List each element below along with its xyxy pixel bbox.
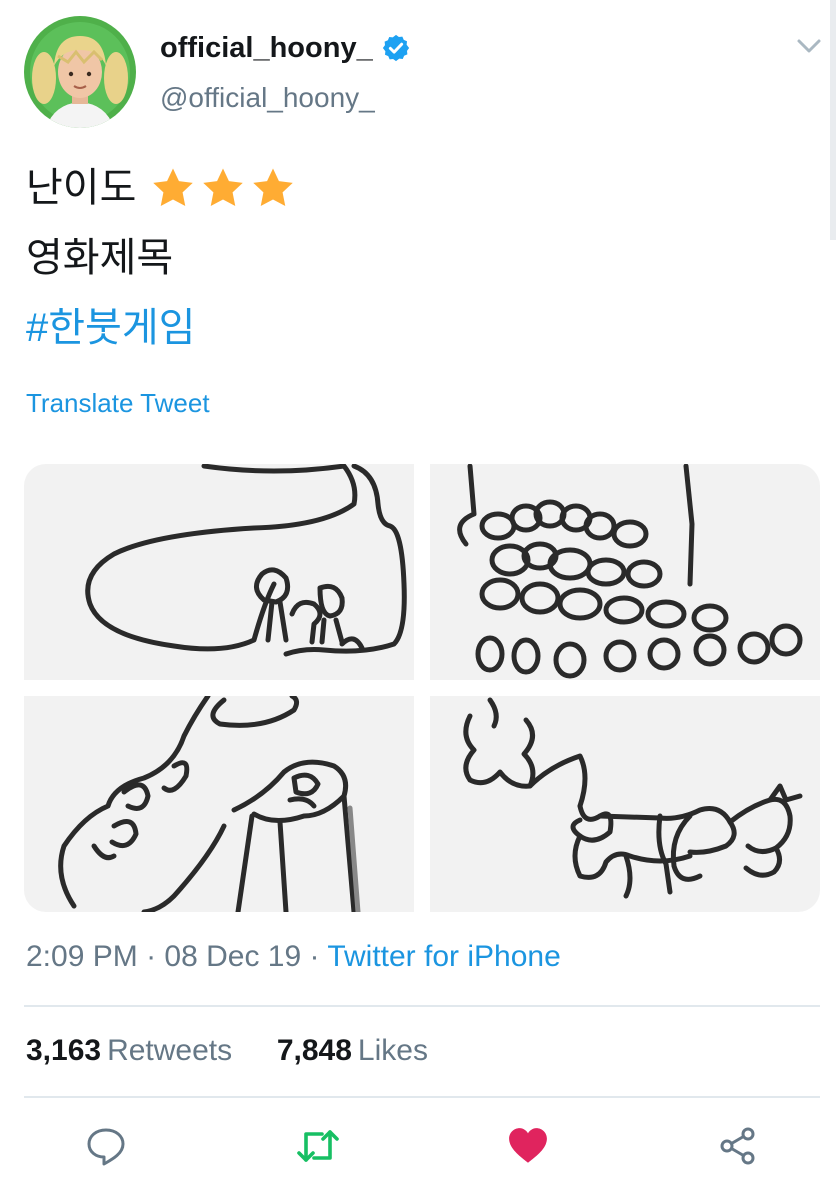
user-handle[interactable]: @official_hoony_ — [160, 82, 375, 114]
translate-tweet-link[interactable]: Translate Tweet — [26, 388, 210, 419]
share-icon — [720, 1127, 755, 1165]
tweet-text-line-1: 난이도 — [26, 164, 300, 212]
display-name[interactable]: official_hoony_ — [160, 32, 373, 65]
retweet-button[interactable] — [296, 1124, 340, 1168]
heart-icon — [509, 1128, 547, 1163]
reply-icon — [87, 1128, 125, 1166]
divider — [24, 1096, 820, 1098]
drawing-image — [58, 696, 361, 912]
retweets-label: Retweets — [107, 1034, 233, 1067]
like-button[interactable] — [506, 1124, 550, 1168]
star-icon — [203, 168, 244, 207]
media-grid — [24, 464, 820, 912]
tweet-stats: 3,163 Retweets 7,848 Likes — [26, 1034, 428, 1068]
meta-separator: · — [309, 940, 320, 973]
tweet-time[interactable]: 2:09 PM — [26, 940, 138, 973]
retweets-stat[interactable]: 3,163 Retweets — [26, 1034, 240, 1067]
tweet-text-line-2: 영화제목 — [26, 236, 174, 280]
tweet-source-link[interactable]: Twitter for iPhone — [327, 940, 560, 973]
media-image-4[interactable] — [430, 696, 820, 912]
retweets-count: 3,163 — [26, 1034, 102, 1067]
tweet-date[interactable]: 08 Dec 19 — [164, 940, 301, 973]
tweet-metadata: 2:09 PM · 08 Dec 19 · Twitter for iPhone — [26, 940, 561, 974]
star-icon — [153, 168, 194, 207]
likes-count: 7,848 — [276, 1034, 352, 1067]
reply-button[interactable] — [84, 1124, 128, 1168]
drawing-image — [85, 464, 407, 657]
verified-badge-icon — [382, 34, 409, 62]
retweet-icon — [297, 1130, 339, 1162]
chevron-down-icon[interactable] — [796, 36, 822, 56]
avatar[interactable] — [24, 16, 136, 128]
likes-label: Likes — [357, 1034, 428, 1067]
media-image-3[interactable] — [24, 696, 414, 912]
divider — [24, 1005, 820, 1007]
media-image-1[interactable] — [24, 464, 414, 680]
avatar-image — [24, 16, 136, 128]
difficulty-stars — [150, 165, 300, 211]
media-image-2[interactable] — [430, 464, 820, 680]
share-button[interactable] — [716, 1124, 760, 1168]
likes-stat[interactable]: 7,848 Likes — [277, 1034, 428, 1067]
drawing-image — [463, 697, 803, 899]
drawing-image — [457, 464, 803, 679]
hashtag-link[interactable]: #한붓게임 — [26, 304, 195, 352]
difficulty-label: 난이도 — [26, 166, 137, 210]
display-name-row[interactable]: official_hoony_ — [160, 28, 411, 68]
scrollbar[interactable] — [830, 0, 836, 240]
meta-separator: · — [146, 940, 157, 973]
star-icon — [253, 168, 294, 207]
